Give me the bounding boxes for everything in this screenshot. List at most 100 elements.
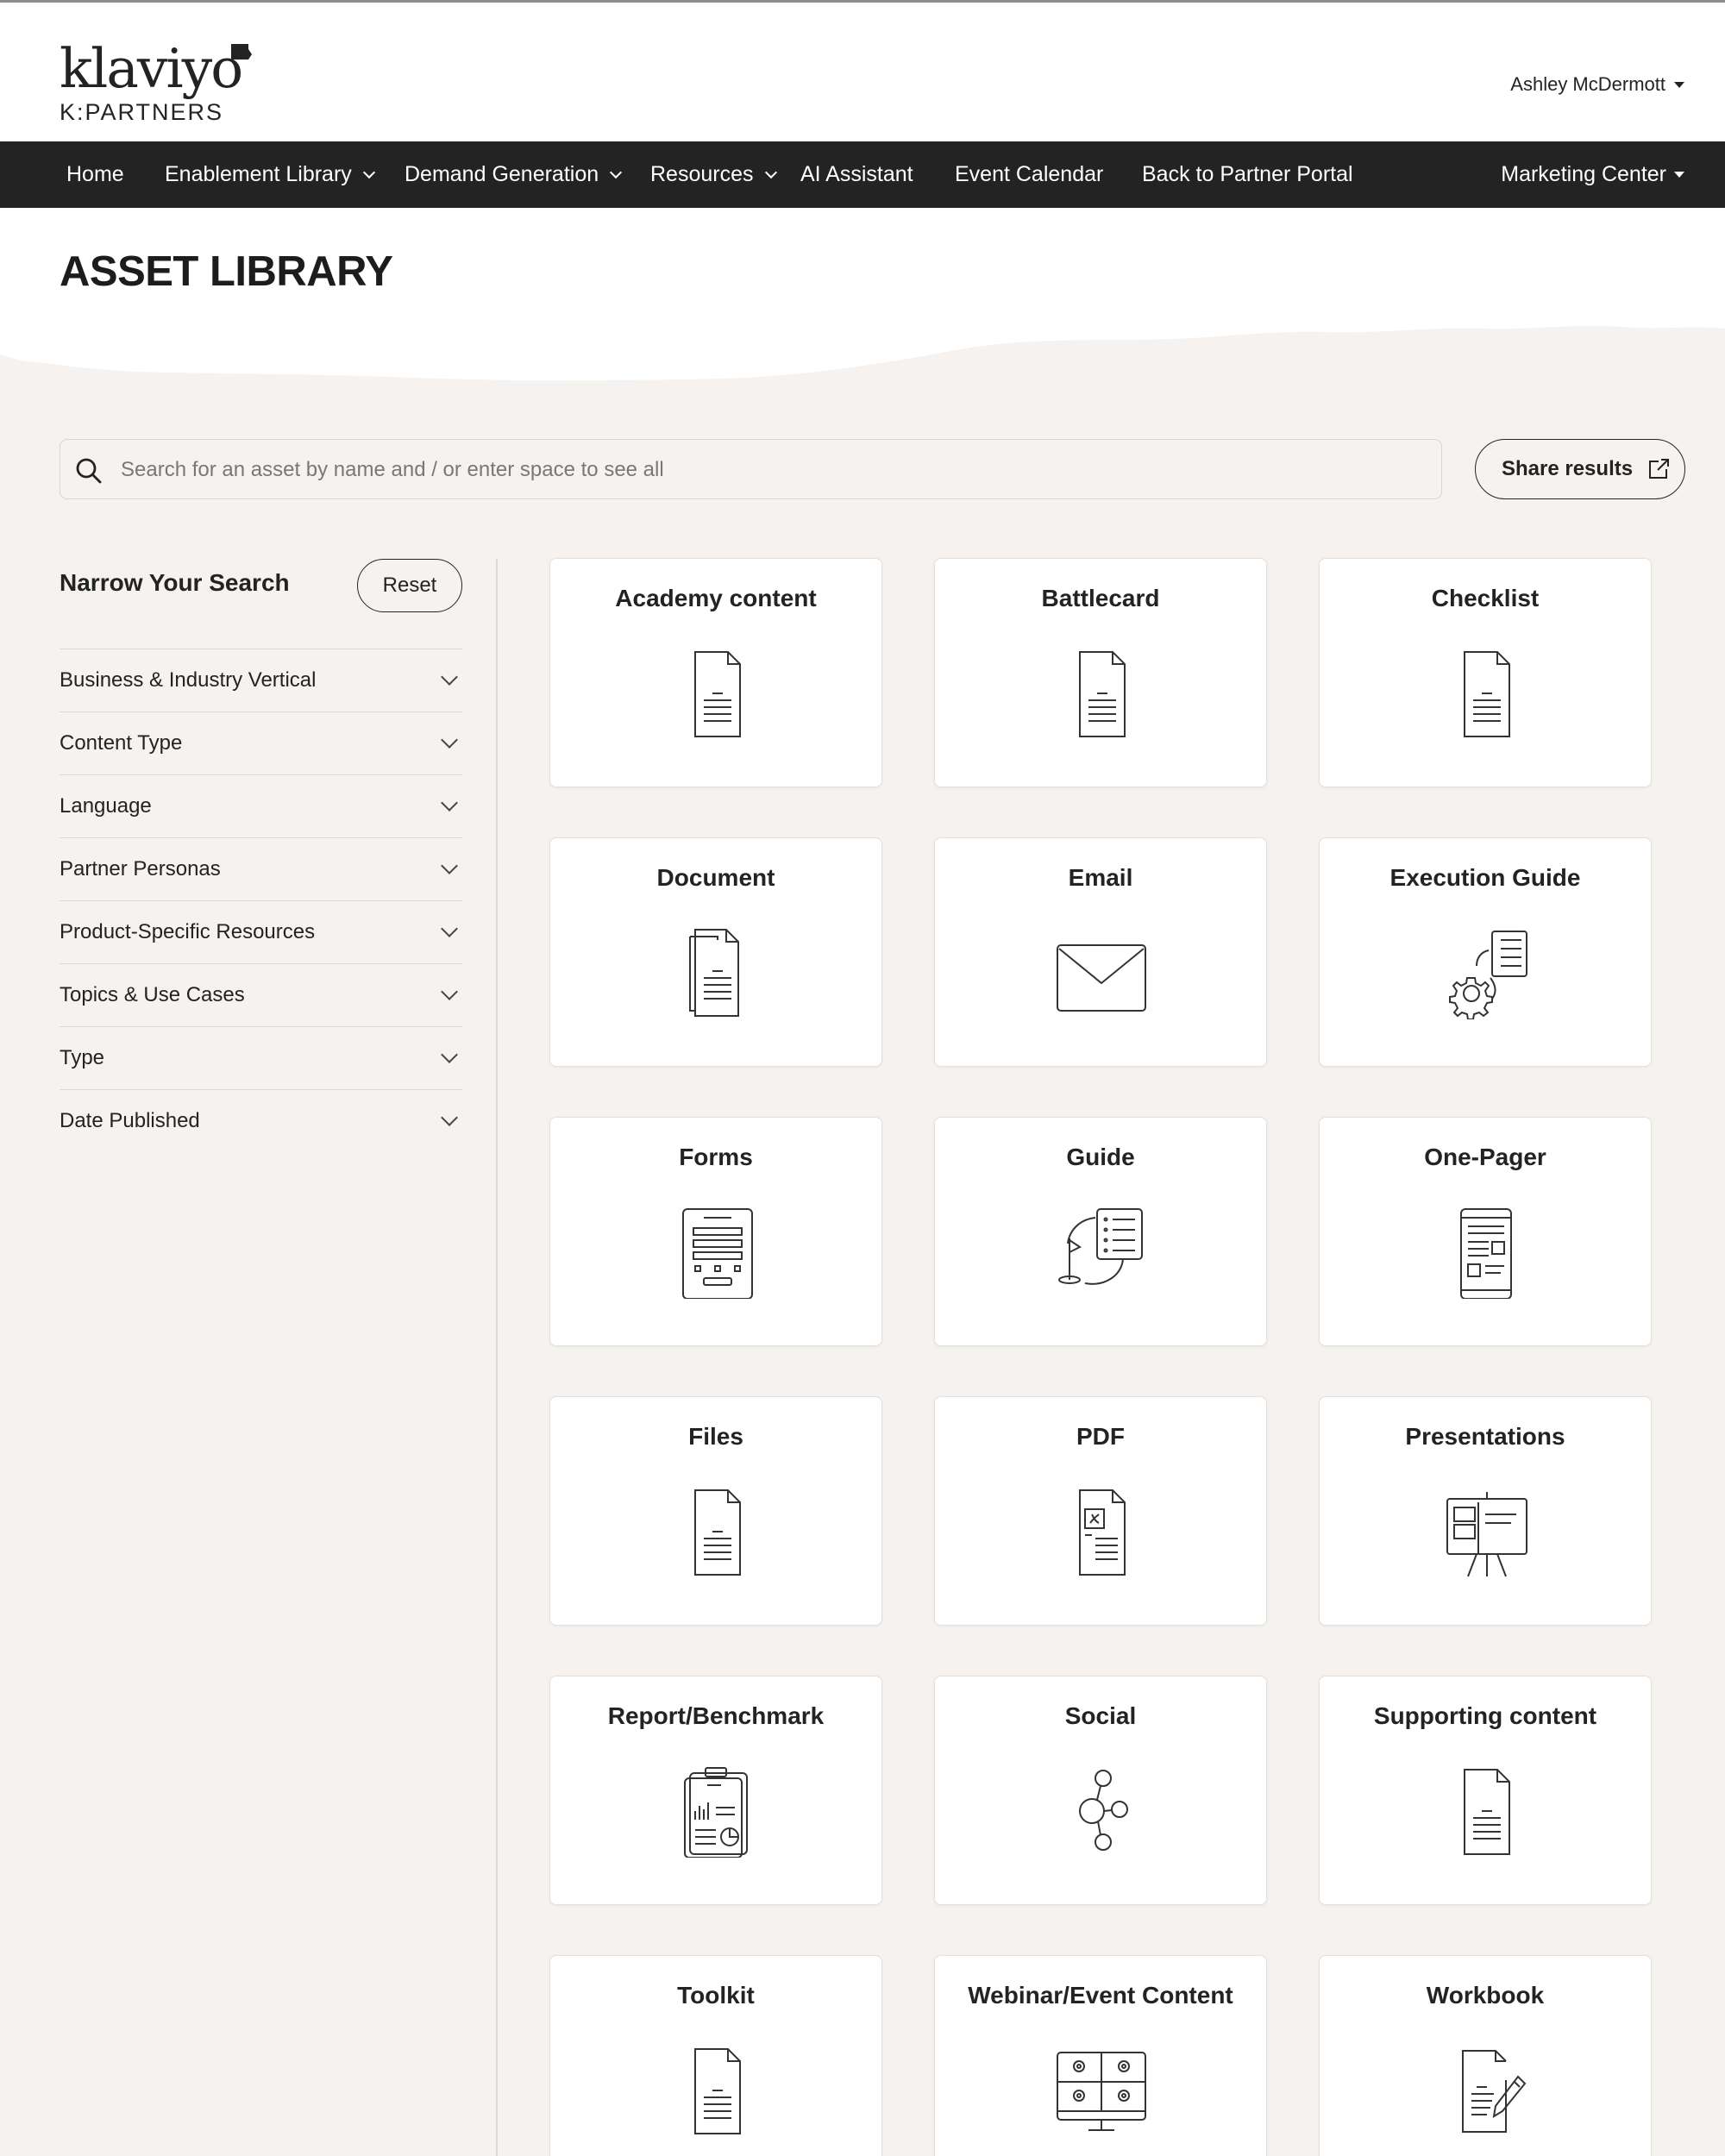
asset-card-toolkit[interactable]: Toolkit [549,1955,882,2156]
chevron-down-icon [441,920,458,937]
report-clipboard-icon [669,1763,764,1858]
nav-item-enablement-library[interactable]: Enablement Library [165,141,375,208]
envelope-icon [1054,924,1149,1019]
asset-card-webinar-event-content[interactable]: Webinar/Event Content [934,1955,1267,2156]
asset-card-battlecard[interactable]: Battlecard [934,558,1267,787]
filter-label: Product-Specific Resources [60,920,316,943]
card-title: Supporting content [1373,1702,1597,1729]
chevron-down-icon [441,794,458,812]
card-title: PDF [1076,1423,1125,1450]
chevron-down-icon [441,857,458,874]
main-nav: Home Enablement Library Demand Generatio… [0,141,1725,208]
search-field[interactable]: Search for an asset by name and / or ent… [60,439,1442,499]
card-title: Execution Guide [1389,864,1581,891]
nav-item-ai-assistant[interactable]: AI Assistant [800,141,913,208]
document-icon [1439,1763,1534,1858]
asset-card-presentations[interactable]: Presentations [1319,1396,1652,1626]
filter-product-specific-resources[interactable]: Product-Specific Resources [60,900,462,963]
asset-card-pdf[interactable]: PDF [934,1396,1267,1626]
page-title: ASSET LIBRARY [60,248,393,295]
asset-card-document[interactable]: Document [549,837,882,1067]
card-title: Social [1064,1702,1137,1729]
nav-item-event-calendar[interactable]: Event Calendar [955,141,1103,208]
nav-item-home[interactable]: Home [66,141,124,208]
asset-card-checklist[interactable]: Checklist [1319,558,1652,787]
share-results-label: Share results [1502,457,1634,480]
filter-type[interactable]: Type [60,1026,462,1089]
asset-card-guide[interactable]: Guide [934,1117,1267,1346]
nav-label: Event Calendar [955,162,1104,186]
nav-item-resources[interactable]: Resources [650,141,777,208]
caret-down-icon [1674,81,1684,88]
torn-paper-edge [0,208,1725,380]
card-title: Academy content [615,585,817,611]
card-title: Files [688,1423,743,1450]
logo-wordmark: klaviyo [60,37,243,100]
chevron-down-icon [610,166,623,179]
nav-label: AI Assistant [800,162,913,186]
document-icon [669,1483,764,1578]
filter-date-published[interactable]: Date Published [60,1089,462,1152]
nav-label: Resources [650,162,754,186]
filter-topics-use-cases[interactable]: Topics & Use Cases [60,963,462,1026]
filter-business-industry-vertical[interactable]: Business & Industry Vertical [60,649,462,711]
gear-checklist-icon [1439,924,1534,1020]
sidebar-divider [496,559,498,2156]
logo-subtitle: K:PARTNERS [60,99,224,125]
card-title: Guide [1066,1144,1135,1170]
filter-label: Language [60,794,152,818]
card-title: Document [656,864,775,891]
card-title: Presentations [1405,1423,1565,1450]
nav-item-marketing-center[interactable]: Marketing Center [1501,141,1684,208]
card-title: Workbook [1426,1982,1545,2009]
filter-label: Topics & Use Cases [60,983,245,1006]
presentation-easel-icon [1439,1483,1534,1578]
narrow-search-title: Narrow Your Search [60,569,290,596]
nav-label: Enablement Library [165,162,352,186]
document-icon [669,645,764,740]
title-band: ASSET LIBRARY [0,208,1725,415]
card-title: One-Pager [1424,1144,1546,1170]
nav-item-back-to-partner-portal[interactable]: Back to Partner Portal [1142,141,1353,208]
nav-label: Home [66,162,124,186]
card-title: Webinar/Event Content [968,1982,1233,2009]
chevron-down-icon [441,668,458,686]
workbook-pencil-icon [1439,2042,1534,2137]
document-icon [1439,645,1534,740]
asset-card-files[interactable]: Files [549,1396,882,1626]
asset-card-execution-guide[interactable]: Execution Guide [1319,837,1652,1067]
filter-label: Business & Industry Vertical [60,668,317,692]
card-title: Battlecard [1041,585,1160,611]
filter-content-type[interactable]: Content Type [60,711,462,774]
card-title: Toolkit [677,1982,755,2009]
chevron-down-icon [441,731,458,749]
reset-button[interactable]: Reset [357,559,462,612]
asset-card-social[interactable]: Social [934,1676,1267,1905]
asset-card-one-pager[interactable]: One-Pager [1319,1117,1652,1346]
filter-language[interactable]: Language [60,774,462,837]
user-menu[interactable]: Ashley McDermott [1510,73,1684,96]
logo-flag-icon [231,44,252,60]
chevron-down-icon [441,1046,458,1063]
asset-card-supporting-content[interactable]: Supporting content [1319,1676,1652,1905]
chevron-down-icon [764,166,777,179]
site-header: klaviyo K:PARTNERS Ashley McDermott [0,3,1725,141]
filter-label: Type [60,1046,105,1069]
nav-label: Demand Generation [405,162,599,186]
pdf-icon [1054,1483,1149,1578]
asset-card-academy-content[interactable]: Academy content [549,558,882,787]
chevron-down-icon [441,1109,458,1126]
user-name: Ashley McDermott [1510,73,1665,95]
nav-item-demand-generation[interactable]: Demand Generation [405,141,623,208]
asset-card-forms[interactable]: Forms [549,1117,882,1346]
klaviyo-partners-logo[interactable]: klaviyo K:PARTNERS [60,37,252,134]
document-icon [1054,645,1149,740]
filter-partner-personas[interactable]: Partner Personas [60,837,462,900]
caret-down-icon [1674,172,1684,178]
asset-card-report-benchmark[interactable]: Report/Benchmark [549,1676,882,1905]
asset-card-email[interactable]: Email [934,837,1267,1067]
asset-card-workbook[interactable]: Workbook [1319,1955,1652,2156]
share-external-icon [1649,459,1670,479]
card-title: Forms [679,1144,753,1170]
share-results-button[interactable]: Share results [1475,439,1685,499]
